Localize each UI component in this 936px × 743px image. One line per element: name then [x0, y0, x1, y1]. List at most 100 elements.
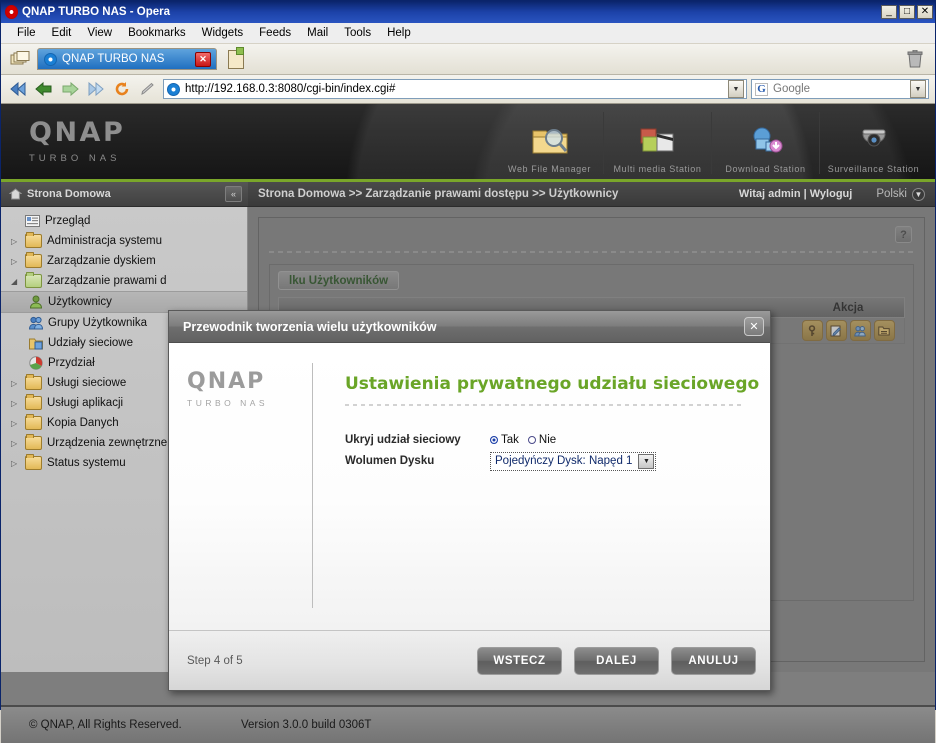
- tree-arrow[interactable]: ▷: [11, 257, 20, 266]
- dialog-main: Ustawienia prywatnego udziału sieciowego…: [313, 343, 770, 630]
- url-bar[interactable]: http://192.168.0.3:8080/cgi-bin/index.cg…: [163, 79, 747, 99]
- close-button[interactable]: ✕: [917, 5, 933, 19]
- maximize-button[interactable]: □: [899, 5, 915, 19]
- sidebar-item-przeglad[interactable]: Przegląd: [1, 211, 247, 231]
- search-bar[interactable]: G Google ▼: [751, 79, 929, 99]
- web-file-manager-icon: [530, 122, 570, 160]
- sidebar-item-label: Usługi aplikacji: [47, 397, 124, 409]
- window-controls: _ □ ✕: [881, 5, 933, 19]
- station-multimedia[interactable]: Multi media Station: [603, 112, 711, 174]
- tabbar: QNAP TURBO NAS ✕: [1, 44, 935, 75]
- folder-icon: [25, 434, 42, 450]
- minimize-button[interactable]: _: [881, 5, 897, 19]
- tree-arrow[interactable]: ▷: [11, 439, 20, 448]
- quota-icon: [29, 356, 43, 370]
- search-engine-label: Google: [773, 83, 811, 95]
- menu-item-bookmarks[interactable]: Bookmarks: [120, 26, 194, 40]
- reload-icon[interactable]: [111, 79, 133, 99]
- browser-tab[interactable]: QNAP TURBO NAS ✕: [37, 48, 217, 70]
- tree-arrow-expanded[interactable]: ◢: [11, 277, 20, 286]
- edit-pen-icon[interactable]: [137, 79, 159, 99]
- tab-title: QNAP TURBO NAS: [62, 53, 165, 65]
- dialog-subbrand-text: TURBO NAS: [187, 398, 269, 408]
- multimedia-station-icon: [638, 122, 678, 160]
- sidebar-item-zarzadzanie-prawami[interactable]: ◢ Zarządzanie prawami d: [1, 271, 247, 291]
- sidebar-item-label: Administracja systemu: [47, 235, 163, 247]
- home-label: Strona Domowa: [27, 188, 111, 200]
- dialog-titlebar: Przewodnik tworzenia wielu użytkowników …: [169, 311, 770, 343]
- back-icon[interactable]: [33, 79, 55, 99]
- dialog-title: Przewodnik tworzenia wielu użytkowników: [183, 319, 437, 334]
- url-text: http://192.168.0.3:8080/cgi-bin/index.cg…: [185, 83, 396, 95]
- radio-yes[interactable]: Tak: [490, 434, 519, 446]
- tab-stack-icon[interactable]: [7, 48, 33, 70]
- language-label: Polski: [876, 188, 907, 200]
- sidebar-item-label: Przegląd: [45, 215, 91, 227]
- radio-dot-icon: [527, 436, 536, 445]
- sidebar-item-zarzadzanie-dyskiem[interactable]: ▷ Zarządzanie dyskiem: [1, 251, 247, 271]
- field-volume: Wolumen Dysku Pojedyńczy Dysk: Napęd 1 ▼: [345, 451, 770, 471]
- version-text: Version 3.0.0 build 0306T: [241, 719, 372, 731]
- sidebar-item-label: Przydział: [48, 357, 95, 369]
- menu-item-tools[interactable]: Tools: [336, 26, 379, 40]
- menubar: File Edit View Bookmarks Widgets Feeds M…: [1, 23, 935, 44]
- trash-icon[interactable]: [907, 49, 923, 68]
- sidebar-collapse-button[interactable]: «: [225, 186, 242, 202]
- station-surveillance[interactable]: Surveillance Station: [819, 112, 927, 174]
- menu-item-view[interactable]: View: [79, 26, 120, 40]
- folder-icon: [25, 252, 42, 268]
- folder-icon: [25, 394, 42, 410]
- dialog-close-icon[interactable]: ✕: [744, 317, 764, 336]
- tab-favicon-icon: [44, 52, 57, 66]
- tree-arrow[interactable]: ▷: [11, 379, 20, 388]
- qnap-web-page: QNAP TURBO NAS Web File Manager Multi me…: [1, 104, 935, 705]
- station-web-file-manager[interactable]: Web File Manager: [496, 112, 603, 174]
- menu-item-help[interactable]: Help: [379, 26, 419, 40]
- tree-arrow[interactable]: ▷: [11, 237, 20, 246]
- surveillance-station-icon: [854, 122, 894, 160]
- station-download[interactable]: Download Station: [711, 112, 819, 174]
- dialog-logo: QNAP TURBO NAS: [169, 343, 312, 630]
- chevron-down-icon[interactable]: ▼: [638, 453, 655, 469]
- rewind-icon[interactable]: [7, 79, 29, 99]
- cancel-button[interactable]: ANULUJ: [671, 646, 756, 675]
- sidebar-item-label: Użytkownicy: [48, 296, 112, 308]
- fast-forward-icon[interactable]: [85, 79, 107, 99]
- radio-label: Nie: [538, 434, 557, 447]
- forward-icon[interactable]: [59, 79, 81, 99]
- download-station-icon: [746, 122, 786, 160]
- home-link[interactable]: Strona Domowa «: [1, 182, 248, 206]
- search-dropdown-icon[interactable]: ▼: [910, 80, 926, 98]
- station-label: Multi media Station: [613, 164, 702, 174]
- language-selector[interactable]: Polski ▼: [852, 187, 935, 201]
- back-button[interactable]: WSTECZ: [477, 646, 562, 675]
- menu-item-edit[interactable]: Edit: [44, 26, 80, 40]
- tree-arrow[interactable]: ▷: [11, 399, 20, 408]
- tab-close-icon[interactable]: ✕: [195, 51, 211, 67]
- welcome-logout[interactable]: Witaj admin | Wyloguj: [739, 188, 852, 200]
- menu-item-widgets[interactable]: Widgets: [194, 26, 252, 40]
- volume-select[interactable]: Pojedyńczy Dysk: Napęd 1 ▼: [490, 451, 657, 471]
- menu-item-feeds[interactable]: Feeds: [251, 26, 299, 40]
- radio-label: Tak: [501, 434, 519, 447]
- overview-icon: [25, 215, 40, 227]
- opera-browser-window: QNAP TURBO NAS - Opera _ □ ✕ File Edit V…: [0, 0, 936, 743]
- folder-icon: [25, 414, 42, 430]
- radio-no[interactable]: Nie: [527, 434, 557, 447]
- tree-arrow[interactable]: ▷: [11, 419, 20, 428]
- sidebar-item-label: Usługi sieciowe: [47, 377, 127, 389]
- volume-select-value: Pojedyńczy Dysk: Napęd 1: [495, 455, 633, 468]
- url-dropdown-icon[interactable]: ▼: [728, 80, 744, 98]
- sidebar-item-administracja-systemu[interactable]: ▷ Administracja systemu: [1, 231, 247, 251]
- qnap-logo: QNAP TURBO NAS: [29, 119, 125, 164]
- menu-item-mail[interactable]: Mail: [299, 26, 336, 40]
- user-icon: [29, 295, 43, 309]
- dialog-heading: Ustawienia prywatnego udziału sieciowego: [345, 374, 760, 394]
- tree-arrow[interactable]: ▷: [11, 459, 20, 468]
- user-group-icon: [29, 316, 43, 330]
- new-page-icon[interactable]: [225, 46, 247, 70]
- dialog-body: QNAP TURBO NAS Ustawienia prywatnego udz…: [169, 343, 770, 630]
- next-button[interactable]: DALEJ: [574, 646, 659, 675]
- qnap-subbrand-text: TURBO NAS: [29, 153, 121, 164]
- menu-item-file[interactable]: File: [9, 26, 44, 40]
